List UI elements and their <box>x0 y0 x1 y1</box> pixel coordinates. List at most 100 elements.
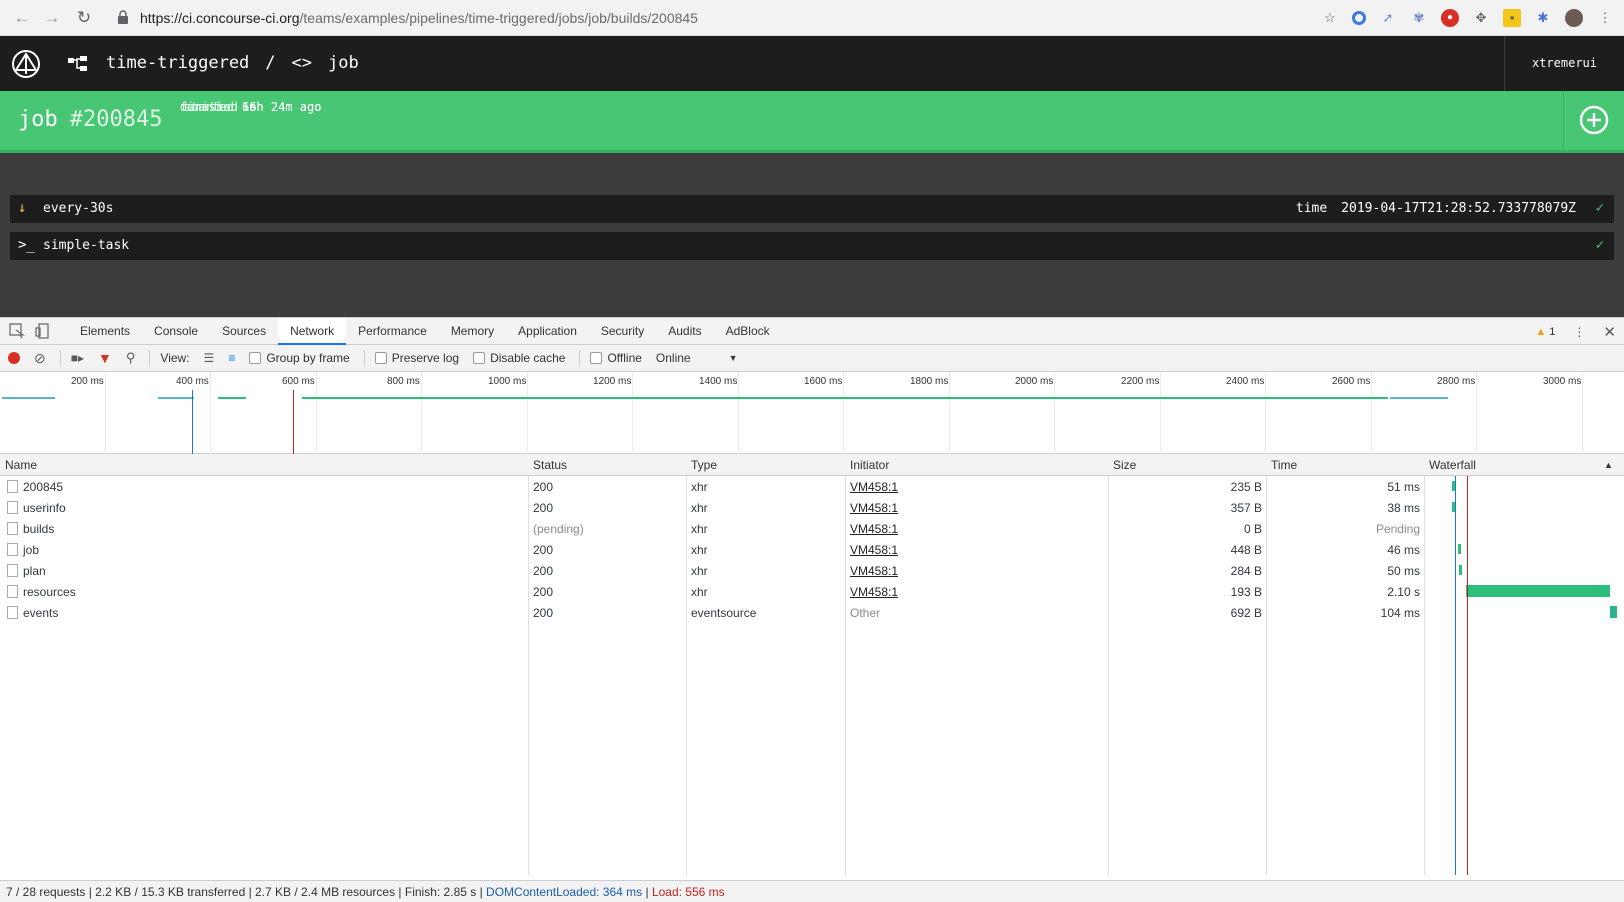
request-initiator-link[interactable]: VM458:1 <box>850 480 898 494</box>
throttling-select[interactable]: Online ▼ <box>656 345 738 372</box>
device-toolbar-icon[interactable] <box>35 323 51 339</box>
tab-performance[interactable]: Performance <box>346 318 439 345</box>
request-size: 0 B <box>1243 522 1262 536</box>
table-row[interactable]: job 200 xhr VM458:1 448 B 46 ms <box>0 539 1624 560</box>
inspect-element-icon[interactable] <box>9 323 25 339</box>
forward-arrow-icon[interactable]: → <box>42 8 62 28</box>
request-initiator-link[interactable]: VM458:1 <box>850 585 898 599</box>
tab-security[interactable]: Security <box>589 318 656 345</box>
tab-audits[interactable]: Audits <box>656 318 713 345</box>
checkbox[interactable] <box>374 352 387 364</box>
table-row[interactable]: events 200 eventsource Other 692 B 104 m… <box>0 602 1624 623</box>
concourse-top-bar: time-triggered / <> job xtremerui <box>0 36 1624 91</box>
request-initiator-link[interactable]: VM458:1 <box>850 543 898 557</box>
screenshot-camera-icon[interactable]: ■▸ <box>71 345 84 372</box>
step-get-every-30s[interactable]: ↓ every-30s time 2019-04-17T21:28:52.7337… <box>10 195 1614 223</box>
column-header-name[interactable]: Name <box>5 458 37 472</box>
column-header-initiator[interactable]: Initiator <box>850 458 889 472</box>
request-name: resources <box>23 585 76 599</box>
request-name: 200845 <box>23 480 64 494</box>
filter-icon[interactable]: ▼ <box>98 345 112 372</box>
column-header-size[interactable]: Size <box>1113 458 1136 472</box>
load-line <box>1467 476 1468 875</box>
extension-circle-icon[interactable] <box>1352 11 1366 25</box>
user-menu[interactable]: xtremerui <box>1504 36 1624 91</box>
group-by-frame-label: Group by frame <box>266 351 350 365</box>
request-initiator-link[interactable]: VM458:1 <box>850 522 898 536</box>
network-overview-timeline[interactable]: 200 ms 400 ms 600 ms 800 ms 1000 ms 1200… <box>0 372 1624 454</box>
tab-network[interactable]: Network <box>278 318 347 345</box>
tab-console[interactable]: Console <box>142 318 210 345</box>
column-header-waterfall[interactable]: Waterfall <box>1429 458 1476 472</box>
tab-sources[interactable]: Sources <box>210 318 278 345</box>
table-row[interactable]: builds (pending) xhr VM458:1 0 B Pending <box>0 518 1624 539</box>
table-row[interactable]: plan 200 xhr VM458:1 284 B 50 ms <box>0 560 1624 581</box>
extension-asterisk-icon[interactable]: ✱ <box>1534 9 1552 27</box>
reload-icon[interactable]: ↻ <box>74 8 94 28</box>
breadcrumb-job[interactable]: job <box>328 53 359 73</box>
breadcrumb-pipeline[interactable]: time-triggered <box>106 53 249 73</box>
waterfall-bar <box>1610 606 1617 618</box>
sort-ascending-icon[interactable]: ▲ <box>1604 460 1613 470</box>
checkbox[interactable] <box>473 352 486 364</box>
warnings-counter[interactable]: ▲ 1 <box>1535 326 1555 338</box>
request-initiator-link[interactable]: VM458:1 <box>850 501 898 515</box>
extension-move-icon[interactable]: ✥ <box>1472 9 1490 27</box>
table-row[interactable]: resources 200 xhr VM458:1 193 B 2.10 s <box>0 581 1624 602</box>
timeline-tick-label: 600 ms <box>282 376 315 387</box>
avatar[interactable] <box>1565 9 1583 27</box>
column-header-status[interactable]: Status <box>533 458 567 472</box>
file-icon <box>7 543 18 556</box>
record-icon[interactable] <box>8 352 20 364</box>
timeline-gridline <box>1160 372 1161 454</box>
table-row[interactable]: userinfo 200 xhr VM458:1 357 B 38 ms <box>0 497 1624 518</box>
tab-memory[interactable]: Memory <box>439 318 506 345</box>
request-time: 50 ms <box>1387 564 1420 578</box>
request-name: builds <box>23 522 55 536</box>
column-header-time[interactable]: Time <box>1271 458 1297 472</box>
file-icon <box>7 585 18 598</box>
extension-yellow-icon[interactable]: ▪ <box>1503 9 1521 27</box>
tab-adblock[interactable]: AdBlock <box>714 318 782 345</box>
request-initiator: Other <box>850 606 881 620</box>
group-by-frame-checkbox[interactable]: Group by frame <box>249 345 350 372</box>
menu-kebab-icon[interactable]: ⋮ <box>1596 9 1614 27</box>
tab-application[interactable]: Application <box>506 318 589 345</box>
checkbox[interactable] <box>590 352 603 364</box>
file-icon <box>7 606 18 619</box>
waterfall-view-icon[interactable]: ≡ <box>228 345 235 372</box>
timeline-request-bar <box>158 397 194 399</box>
timeline-tick-label: 1800 ms <box>910 376 949 387</box>
trigger-build-button[interactable] <box>1563 91 1624 150</box>
pipeline-icon <box>68 56 87 71</box>
file-icon <box>7 501 18 514</box>
checkbox[interactable] <box>249 352 262 364</box>
concourse-logo-icon[interactable] <box>10 48 42 80</box>
search-icon[interactable]: ⚲ <box>126 345 136 372</box>
adblock-icon[interactable]: ● <box>1441 9 1459 27</box>
timeline-gridline <box>738 372 739 454</box>
extension-cursor-icon[interactable]: ➚ <box>1379 9 1397 27</box>
network-requests-table: Name Status Type Initiator Size Time Wat… <box>0 454 1624 875</box>
extension-swirl-icon[interactable]: ✾ <box>1410 9 1428 27</box>
address-bar[interactable]: https://ci.concourse-ci.org/teams/exampl… <box>140 7 698 29</box>
version-key: time <box>1295 201 1328 216</box>
devtools-menu-icon[interactable]: ⋮ <box>1573 325 1585 339</box>
preserve-log-checkbox[interactable]: Preserve log <box>374 345 459 372</box>
table-row[interactable]: 200845 200 xhr VM458:1 235 B 51 ms <box>0 476 1624 497</box>
timeline-tick-label: 200 ms <box>71 376 104 387</box>
large-rows-icon[interactable]: ☰ <box>204 345 215 372</box>
waterfall-bar <box>1466 585 1610 597</box>
tab-elements[interactable]: Elements <box>68 318 142 345</box>
step-task-simple-task[interactable]: >_ simple-task ✓ <box>10 232 1614 260</box>
back-arrow-icon[interactable]: ← <box>12 8 32 28</box>
column-header-type[interactable]: Type <box>691 458 717 472</box>
offline-checkbox[interactable]: Offline <box>590 345 642 372</box>
bookmark-star-icon[interactable]: ☆ <box>1321 9 1339 27</box>
request-initiator-link[interactable]: VM458:1 <box>850 564 898 578</box>
dom-content-loaded-marker <box>192 390 193 454</box>
clear-icon[interactable]: ⊘ <box>34 345 46 372</box>
close-icon[interactable]: ✕ <box>1603 323 1616 341</box>
build-title: job #200845 <box>18 107 162 132</box>
disable-cache-checkbox[interactable]: Disable cache <box>473 345 565 372</box>
